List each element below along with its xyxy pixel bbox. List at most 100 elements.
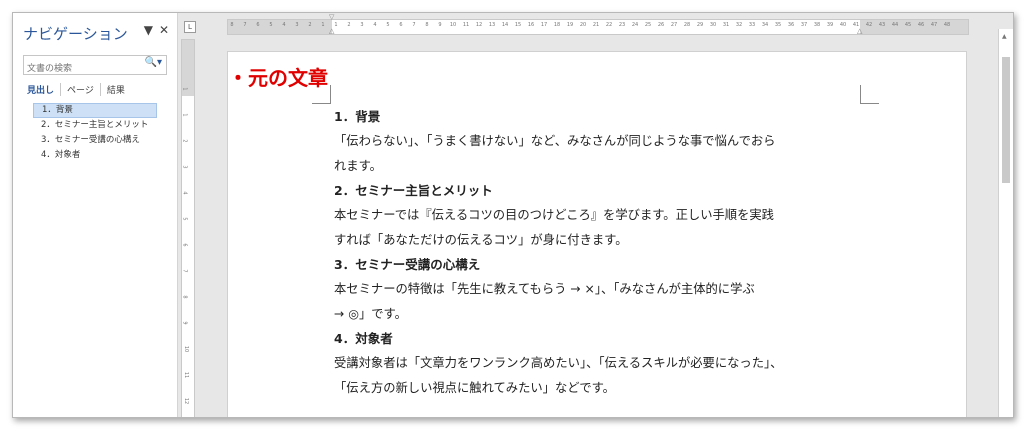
ruler-number: 9 — [181, 321, 188, 325]
paragraph-line: すれば「あなただけの伝えるコツ」が身に付きます。 — [334, 233, 628, 247]
scrollbar-thumb[interactable] — [1002, 57, 1010, 183]
ruler-number: 12 — [475, 22, 483, 28]
ruler-number: 37 — [800, 22, 808, 28]
ruler-number: 2 — [181, 139, 188, 143]
vertical-ruler[interactable]: 112345678910111213 — [181, 39, 195, 417]
ruler-number: 12 — [183, 397, 190, 405]
ruler-number: 36 — [787, 22, 795, 28]
ruler-number: 8 — [181, 295, 188, 299]
ruler-number: 35 — [774, 22, 782, 28]
ruler-number: 11 — [183, 371, 190, 379]
close-icon[interactable]: ✕ — [159, 23, 169, 37]
heading-item-seminar-purpose[interactable]: 2．セミナー主旨とメリット — [33, 118, 157, 133]
ruler-number: 44 — [891, 22, 899, 28]
ruler-number: 2 — [308, 22, 312, 28]
ruler-number: 47 — [930, 22, 938, 28]
paragraph-line: → ◎」です。 — [334, 307, 407, 321]
ruler-number: 1 — [181, 87, 188, 91]
ruler-number: 4 — [181, 191, 188, 195]
ruler-number: 14 — [501, 22, 509, 28]
ruler-number: 4 — [373, 22, 377, 28]
document-page[interactable]: ・元の文章 1．背景 「伝わらない」、「うまく書けない」など、みなさんが同じよう… — [227, 51, 967, 417]
ruler-number: 5 — [181, 217, 188, 221]
ruler-number: 13 — [488, 22, 496, 28]
ruler-number: 6 — [399, 22, 403, 28]
ruler-number: 4 — [282, 22, 286, 28]
ruler-number: 26 — [657, 22, 665, 28]
ruler-number: 42 — [865, 22, 873, 28]
ruler-number: 7 — [243, 22, 247, 28]
document-search-box[interactable]: 🔍▾ — [23, 55, 167, 77]
pane-options-dropdown-icon[interactable]: ▼ — [144, 23, 153, 37]
navigation-tabs: 見出し ページ 結果 — [27, 83, 131, 96]
ruler-number: 16 — [527, 22, 535, 28]
ruler-number: 19 — [566, 22, 574, 28]
left-indent-marker[interactable]: △ — [329, 27, 334, 35]
ruler-number: 7 — [181, 269, 188, 273]
ruler-number: 32 — [735, 22, 743, 28]
ruler-number: 17 — [540, 22, 548, 28]
paragraph-line: 「伝え方の新しい視点に触れてみたい」などです。 — [334, 381, 615, 395]
scroll-up-arrow-icon[interactable]: ▲ — [1002, 33, 1007, 40]
ruler-number: 5 — [269, 22, 273, 28]
ruler-number: 24 — [631, 22, 639, 28]
ruler-number: 45 — [904, 22, 912, 28]
tab-selector-icon[interactable]: L — [184, 21, 196, 33]
document-body[interactable]: 1．背景 「伝わらない」、「うまく書けない」など、みなさんが同じような事で悩んで… — [334, 105, 874, 401]
ruler-number: 8 — [425, 22, 429, 28]
ruler-number: 31 — [722, 22, 730, 28]
heading-list: 1．背景 2．セミナー主旨とメリット 3．セミナー受講の心構え 4．対象者 — [33, 103, 157, 163]
ruler-number: 40 — [839, 22, 847, 28]
ruler-number: 38 — [813, 22, 821, 28]
ruler-number: 11 — [462, 22, 470, 28]
tab-results[interactable]: 結果 — [101, 83, 131, 96]
ruler-number: 33 — [748, 22, 756, 28]
ruler-number: 3 — [295, 22, 299, 28]
paragraph-line: 本セミナーでは『伝えるコツの目のつけどころ』を学びます。正しい手順を実践 — [334, 208, 774, 222]
ruler-number: 28 — [683, 22, 691, 28]
paragraph-line: 受講対象者は「文章力をワンランク高めたい」、「伝えるスキルが必要になった」、 — [334, 356, 783, 370]
right-indent-marker[interactable]: △ — [857, 27, 862, 35]
heading-item-target-audience[interactable]: 4．対象者 — [33, 148, 157, 163]
heading-item-seminar-attitude[interactable]: 3．セミナー受講の心構え — [33, 133, 157, 148]
ruler-number: 10 — [183, 345, 190, 353]
paragraph-line: 「伝わらない」、「うまく書けない」など、みなさんが同じような事で悩んでおら — [334, 134, 776, 148]
ruler-number: 46 — [917, 22, 925, 28]
ruler-number: 9 — [438, 22, 442, 28]
ruler-number: 1 — [334, 22, 338, 28]
paragraph-line: れます。 — [334, 159, 382, 173]
ruler-number: 7 — [412, 22, 416, 28]
vertical-scrollbar[interactable]: ▲ — [998, 29, 1013, 417]
crop-mark-top-left — [312, 85, 331, 104]
ruler-number: 3 — [360, 22, 364, 28]
section-heading: 3．セミナー受講の心構え — [334, 257, 481, 272]
tab-pages[interactable]: ページ — [61, 83, 101, 96]
ruler-number: 6 — [181, 243, 188, 247]
navigation-pane-controls: ▼ ✕ — [144, 23, 169, 37]
crop-mark-top-right — [860, 85, 879, 104]
first-line-indent-marker[interactable]: ▽ — [329, 13, 334, 21]
ruler-number: 43 — [878, 22, 886, 28]
ruler-number: 22 — [605, 22, 613, 28]
ruler-number: 30 — [709, 22, 717, 28]
word-window: ナビゲーション ▼ ✕ 🔍▾ 見出し ページ 結果 1．背景 2．セミナー主旨と… — [12, 12, 1014, 418]
ruler-number: 1 — [321, 22, 325, 28]
ruler-number: 8 — [230, 22, 234, 28]
ruler-right-margin — [860, 20, 968, 34]
tab-headings[interactable]: 見出し — [27, 83, 62, 96]
ruler-number: 2 — [347, 22, 351, 28]
section-heading: 2．セミナー主旨とメリット — [334, 183, 493, 198]
ruler-number: 18 — [553, 22, 561, 28]
ruler-number: 10 — [449, 22, 457, 28]
heading-item-background[interactable]: 1．背景 — [33, 103, 157, 118]
paragraph-line: 本セミナーの特徴は「先生に教えてもらう → ×」、「みなさんが主体的に学ぶ — [334, 282, 755, 296]
ruler-number: 21 — [592, 22, 600, 28]
search-input[interactable] — [24, 61, 139, 77]
ruler-number: 15 — [514, 22, 522, 28]
ruler-number: 29 — [696, 22, 704, 28]
ruler-number: 20 — [579, 22, 587, 28]
ruler-number: 48 — [943, 22, 951, 28]
ruler-number: 3 — [181, 165, 188, 169]
ruler-number: 25 — [644, 22, 652, 28]
search-icon[interactable]: 🔍▾ — [145, 57, 162, 68]
